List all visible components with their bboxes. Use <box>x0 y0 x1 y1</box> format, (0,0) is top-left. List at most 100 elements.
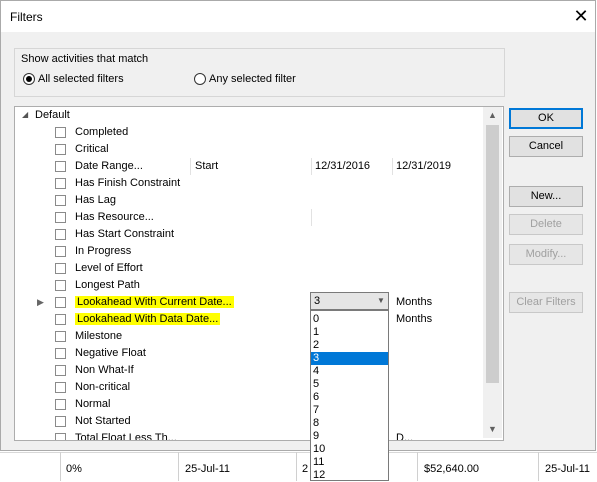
filter-row-longest-path[interactable]: Longest Path <box>15 277 483 294</box>
filter-param[interactable]: Months <box>396 296 432 308</box>
dropdown-option[interactable]: 4 <box>311 365 388 378</box>
current-row-arrow-icon: ▶ <box>37 297 44 307</box>
checkbox[interactable] <box>55 229 66 240</box>
filter-row-has-start-constraint[interactable]: Has Start Constraint <box>15 226 483 243</box>
filter-row-non-critical[interactable]: Non-critical <box>15 379 483 396</box>
filter-row-critical[interactable]: Critical <box>15 141 483 158</box>
scrollbar-thumb[interactable] <box>486 125 499 383</box>
checkbox[interactable] <box>55 127 66 138</box>
filter-row-lookahead-data-date[interactable]: Lookahead With Data Date... Months <box>15 311 483 328</box>
filter-label: In Progress <box>75 245 132 257</box>
filter-label: Level of Effort <box>75 262 143 274</box>
filter-param[interactable]: Start <box>195 160 218 172</box>
filter-param[interactable]: 12/31/2016 <box>315 160 370 172</box>
radio-any-filter[interactable] <box>194 73 206 85</box>
filter-label: Longest Path <box>75 279 140 291</box>
table-cell: 0% <box>66 463 82 475</box>
column-divider <box>311 158 312 175</box>
radio-all-label[interactable]: All selected filters <box>38 73 124 85</box>
modify-button[interactable]: Modify... <box>509 244 583 265</box>
table-cell: $52,640.00 <box>424 463 480 475</box>
dropdown-option[interactable]: 5 <box>311 378 388 391</box>
checkbox[interactable] <box>55 280 66 291</box>
filter-param[interactable]: 12/31/2019 <box>396 160 451 172</box>
checkbox[interactable] <box>55 212 66 223</box>
dropdown-option[interactable]: 8 <box>311 417 388 430</box>
checkbox[interactable] <box>55 399 66 410</box>
clear-filters-button[interactable]: Clear Filters <box>509 292 583 313</box>
months-dropdown-list[interactable]: 0 1 2 3 4 5 6 7 8 9 10 11 12 <box>310 310 389 481</box>
filter-label: Has Lag <box>75 194 116 206</box>
dropdown-option[interactable]: 10 <box>311 443 388 456</box>
checkbox[interactable] <box>55 178 66 189</box>
grid-line <box>60 452 61 481</box>
table-cell: 25-Jul-11 <box>545 463 591 475</box>
radio-all-filters[interactable] <box>23 73 35 85</box>
dropdown-option[interactable]: 6 <box>311 391 388 404</box>
dropdown-option[interactable]: 7 <box>311 404 388 417</box>
filter-label: Date Range... <box>75 160 143 172</box>
checkbox[interactable] <box>55 144 66 155</box>
filter-param[interactable]: D... <box>396 432 413 440</box>
dropdown-option-selected[interactable]: 3 <box>311 352 388 365</box>
checkbox[interactable] <box>55 161 66 172</box>
match-group-label: Show activities that match <box>21 53 149 65</box>
column-divider <box>392 158 393 175</box>
checkbox[interactable] <box>55 246 66 257</box>
chevron-down-icon[interactable]: ▼ <box>374 293 388 309</box>
tree-root-row[interactable]: ◢ Default <box>15 107 483 124</box>
dropdown-option[interactable]: 1 <box>311 326 388 339</box>
close-icon[interactable]: ✕ <box>571 5 591 27</box>
grid-line <box>178 452 179 481</box>
checkbox[interactable] <box>55 314 66 325</box>
radio-any-label[interactable]: Any selected filter <box>209 73 296 85</box>
filter-row-normal[interactable]: Normal <box>15 396 483 413</box>
ok-button[interactable]: OK <box>509 108 583 129</box>
dropdown-option[interactable]: 11 <box>311 456 388 469</box>
checkbox[interactable] <box>55 348 66 359</box>
dropdown-option[interactable]: 9 <box>311 430 388 443</box>
filter-row-negative-float[interactable]: Negative Float <box>15 345 483 362</box>
new-button[interactable]: New... <box>509 186 583 207</box>
filter-row-milestone[interactable]: Milestone <box>15 328 483 345</box>
checkbox[interactable] <box>55 416 66 427</box>
dropdown-option[interactable]: 2 <box>311 339 388 352</box>
filter-row-has-lag[interactable]: Has Lag <box>15 192 483 209</box>
filter-row-total-float[interactable]: Total Float Less Th... D... <box>15 430 483 440</box>
filter-label: Non What-If <box>75 364 134 376</box>
grid-line <box>296 452 297 481</box>
scroll-up-icon[interactable]: ▲ <box>483 107 502 124</box>
filter-row-has-resource[interactable]: Has Resource... <box>15 209 483 226</box>
tree-scrollbar[interactable]: ▲ ▼ <box>483 107 502 438</box>
title-bar[interactable]: Filters ✕ <box>1 1 595 32</box>
filter-tree[interactable]: ◢ Default Completed Critical Date Range.… <box>14 106 504 441</box>
filter-row-level-of-effort[interactable]: Level of Effort <box>15 260 483 277</box>
delete-button[interactable]: Delete <box>509 214 583 235</box>
checkbox[interactable] <box>55 297 66 308</box>
months-combo[interactable]: 3 ▼ <box>310 292 389 310</box>
checkbox[interactable] <box>55 433 66 440</box>
checkbox[interactable] <box>55 195 66 206</box>
dropdown-option[interactable]: 12 <box>311 469 388 480</box>
grid-line <box>417 452 418 481</box>
filters-dialog: Filters ✕ Show activities that match All… <box>0 0 596 451</box>
scroll-down-icon[interactable]: ▼ <box>483 421 502 438</box>
checkbox[interactable] <box>55 382 66 393</box>
filter-row-non-what-if[interactable]: Non What-If <box>15 362 483 379</box>
filter-row-not-started[interactable]: Not Started <box>15 413 483 430</box>
checkbox[interactable] <box>55 365 66 376</box>
filter-param[interactable]: Months <box>396 313 432 325</box>
filter-row-lookahead-current-date[interactable]: ▶ Lookahead With Current Date... Months <box>15 294 483 311</box>
filter-row-completed[interactable]: Completed <box>15 124 483 141</box>
filter-row-has-finish-constraint[interactable]: Has Finish Constraint <box>15 175 483 192</box>
column-divider <box>311 209 312 226</box>
filter-label: Milestone <box>75 330 123 342</box>
cancel-button[interactable]: Cancel <box>509 136 583 157</box>
filter-row-date-range[interactable]: Date Range... Start 12/31/2016 12/31/201… <box>15 158 483 175</box>
filter-row-in-progress[interactable]: In Progress <box>15 243 483 260</box>
collapse-arrow-icon[interactable]: ◢ <box>22 110 28 119</box>
dropdown-option[interactable]: 0 <box>311 313 388 326</box>
checkbox[interactable] <box>55 331 66 342</box>
checkbox[interactable] <box>55 263 66 274</box>
table-cell: 2 <box>302 463 309 475</box>
